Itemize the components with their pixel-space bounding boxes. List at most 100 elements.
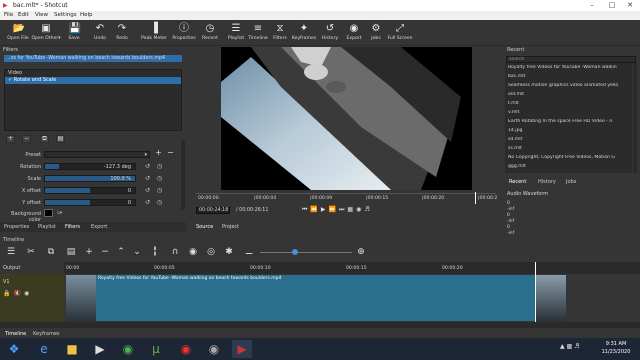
scale-slider[interactable]: 100.0 % bbox=[44, 175, 136, 182]
recent-item[interactable]: bac.mlt bbox=[508, 74, 630, 79]
reset-icon[interactable]: ↺ bbox=[144, 163, 151, 170]
chrome-icon[interactable]: ◉ bbox=[118, 340, 138, 358]
ripple-icon[interactable]: ◎ bbox=[206, 247, 216, 257]
zoom-slider[interactable] bbox=[260, 252, 352, 253]
zoom-in-icon[interactable]: ⊕ bbox=[356, 247, 366, 257]
param-value[interactable]: 0 bbox=[128, 200, 131, 206]
param-value[interactable]: 0 bbox=[128, 188, 131, 194]
full-screen-button[interactable]: ⤢ Full Screen bbox=[386, 22, 414, 44]
recent-item[interactable]: Seamless motion graphics video animated … bbox=[508, 83, 630, 88]
volume-icon[interactable]: ♬ bbox=[364, 206, 372, 213]
file-explorer-icon[interactable]: ■ bbox=[62, 340, 82, 358]
menu-settings[interactable]: Settings bbox=[54, 12, 77, 18]
overwrite-icon[interactable]: ⌄ bbox=[132, 247, 142, 257]
redo-button[interactable]: ↷ Redo bbox=[108, 22, 136, 44]
app-icon[interactable]: ◉ bbox=[204, 340, 224, 358]
menu-icon[interactable]: ☰ bbox=[6, 247, 16, 257]
eye-icon[interactable]: ◉ bbox=[24, 290, 32, 297]
delete-preset-button[interactable]: − bbox=[166, 149, 175, 158]
tab-recent[interactable]: Recent bbox=[509, 179, 526, 185]
copy-filter-button[interactable]: ⧉ bbox=[40, 135, 49, 143]
copy-icon[interactable]: ⧉ bbox=[46, 247, 56, 257]
keyframe-icon[interactable]: ◷ bbox=[156, 199, 163, 206]
tab-jobs[interactable]: Jobs bbox=[566, 179, 576, 185]
timeline-scrollbar[interactable] bbox=[0, 322, 640, 328]
tab-keyframes[interactable]: Keyframes bbox=[33, 331, 60, 337]
recent-item[interactable]: t.mlt bbox=[508, 101, 630, 106]
viewer-ruler[interactable] bbox=[196, 193, 496, 203]
close-button[interactable]: ✕ bbox=[620, 0, 640, 11]
preset-dropdown[interactable]: ▾ bbox=[44, 151, 150, 158]
timeline-playhead[interactable] bbox=[535, 262, 536, 322]
track-header-v1[interactable]: V1 🔒🔇◉ bbox=[0, 274, 64, 322]
recent-item[interactable]: ggg.mlt bbox=[508, 164, 630, 169]
x-offset-slider[interactable]: 0 bbox=[44, 187, 136, 194]
tab-filters[interactable]: Filters bbox=[65, 224, 80, 230]
tab-properties[interactable]: Properties bbox=[4, 224, 29, 230]
tab-source[interactable]: Source bbox=[196, 224, 213, 230]
scrub-icon[interactable]: ◉ bbox=[188, 247, 198, 257]
menu-edit[interactable]: Edit bbox=[18, 12, 29, 18]
recent-item[interactable]: No Copyright, Copyright Free Videos, Mot… bbox=[508, 155, 630, 160]
recent-item[interactable]: Royalty free Videos for YouTube -Woman w… bbox=[508, 65, 630, 70]
rotation-slider[interactable]: -127.3 deg bbox=[44, 163, 136, 170]
cut-icon[interactable]: ✂ bbox=[26, 247, 36, 257]
menu-help[interactable]: Help bbox=[80, 12, 93, 18]
tab-export[interactable]: Export bbox=[91, 224, 107, 230]
viewer-playhead[interactable] bbox=[475, 192, 476, 204]
recent-list[interactable]: Royalty free Videos for YouTube -Woman w… bbox=[505, 63, 632, 173]
param-value[interactable]: -127.3 deg bbox=[104, 164, 131, 170]
paste-filter-button[interactable]: ▤ bbox=[56, 135, 65, 143]
start-button[interactable]: ❖ bbox=[4, 340, 24, 358]
keyframe-icon[interactable]: ◷ bbox=[156, 175, 163, 182]
timeline-ruler[interactable]: 00:00 00:00:05 00:00:10 00:00:15 00:00:20 bbox=[64, 262, 640, 274]
ripple-all-icon[interactable]: ✱ bbox=[224, 247, 234, 257]
recent-item[interactable]: ss.mlt bbox=[508, 146, 630, 151]
menu-file[interactable]: File bbox=[4, 12, 13, 18]
video-preview[interactable] bbox=[221, 47, 472, 190]
remove-filter-button[interactable]: − bbox=[22, 135, 31, 143]
zoom-slider-handle[interactable] bbox=[292, 249, 298, 255]
background-color-swatch[interactable] bbox=[44, 209, 53, 217]
zoom-out-icon[interactable]: ⚊ bbox=[244, 247, 254, 257]
current-time-field[interactable]: 00:00:24:18 bbox=[196, 207, 230, 214]
grid-icon[interactable]: ▦ bbox=[347, 206, 356, 213]
keyframe-icon[interactable]: ◷ bbox=[156, 187, 163, 194]
filter-item-rotate-scale[interactable]: ✓ Rotate and Scale bbox=[5, 77, 181, 84]
tab-timeline[interactable]: Timeline bbox=[5, 331, 26, 337]
tab-playlist[interactable]: Playlist bbox=[38, 224, 56, 230]
append-icon[interactable]: + bbox=[84, 247, 94, 257]
lock-icon[interactable]: 🔒 bbox=[3, 290, 13, 297]
shotcut-taskbar-icon[interactable]: ▶ bbox=[232, 340, 252, 358]
save-preset-button[interactable]: + bbox=[154, 149, 163, 158]
snap-icon[interactable]: ∩ bbox=[170, 247, 180, 257]
recent-search-input[interactable]: search bbox=[506, 56, 636, 63]
recorder-icon[interactable]: ◉ bbox=[176, 340, 196, 358]
param-value[interactable]: 100.0 % bbox=[110, 176, 131, 182]
recent-item[interactable]: sd.mlt bbox=[508, 137, 630, 142]
lift-icon[interactable]: ⌃ bbox=[116, 247, 126, 257]
reset-icon[interactable]: ↺ bbox=[144, 199, 151, 206]
minimize-button[interactable]: – bbox=[582, 0, 602, 11]
recent-scrollbar[interactable] bbox=[633, 63, 637, 173]
menu-view[interactable]: View bbox=[35, 12, 48, 18]
reset-icon[interactable]: ↺ bbox=[144, 175, 151, 182]
add-filter-button[interactable]: + bbox=[6, 135, 15, 143]
y-offset-slider[interactable]: 0 bbox=[44, 199, 136, 206]
eyedropper-icon[interactable]: ✑ bbox=[57, 209, 63, 217]
maximize-button[interactable]: □ bbox=[602, 0, 622, 11]
filters-scrollbar[interactable] bbox=[181, 140, 185, 210]
remove-icon[interactable]: − bbox=[100, 247, 110, 257]
recent-item[interactable]: v.mlt bbox=[508, 110, 630, 115]
keyframe-icon[interactable]: ◷ bbox=[156, 163, 163, 170]
reset-icon[interactable]: ↺ bbox=[144, 187, 151, 194]
utorrent-icon[interactable]: μ bbox=[146, 340, 166, 358]
media-player-icon[interactable]: ▶ bbox=[90, 340, 110, 358]
fast-forward-icon[interactable]: ⏩ bbox=[329, 206, 339, 213]
ie-icon[interactable]: e bbox=[34, 340, 54, 358]
tab-project[interactable]: Project bbox=[222, 224, 239, 230]
split-icon[interactable]: ╏ bbox=[150, 247, 160, 257]
mute-icon[interactable]: 🔇 bbox=[13, 290, 23, 297]
play-icon[interactable]: ▶ bbox=[321, 206, 329, 213]
recent-item[interactable]: 14.jpg bbox=[508, 128, 630, 133]
